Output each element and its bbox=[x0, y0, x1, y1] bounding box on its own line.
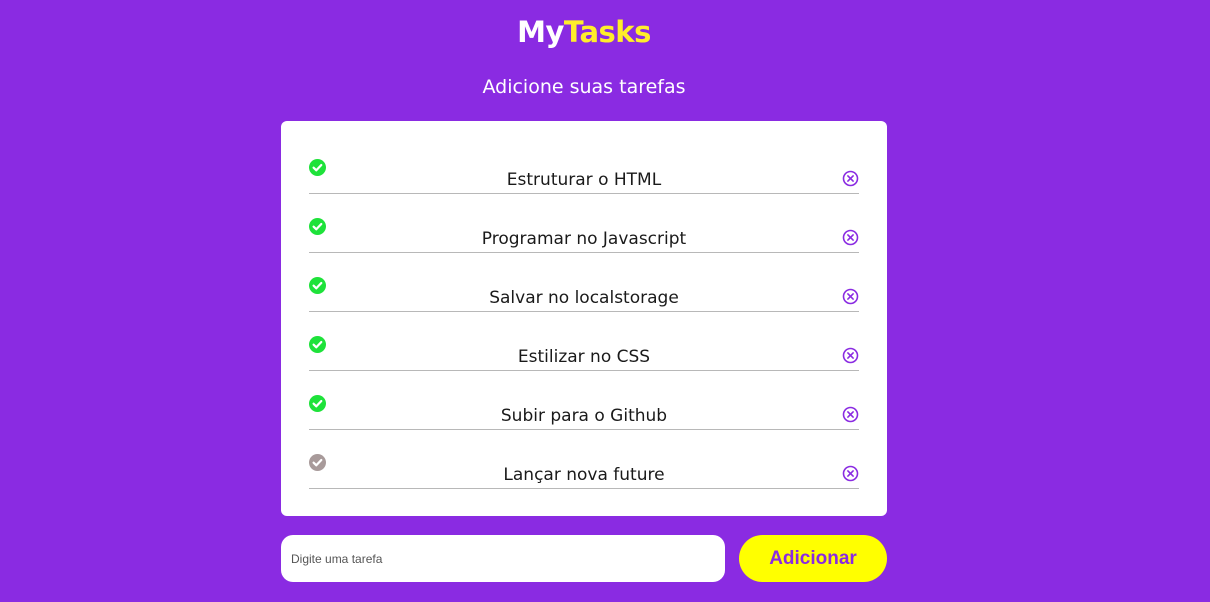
app-title-my: My bbox=[517, 15, 564, 49]
close-circle-icon[interactable] bbox=[842, 229, 859, 246]
task-item: Salvar no localstorage bbox=[309, 277, 859, 312]
task-item: Estruturar o HTML bbox=[309, 159, 859, 194]
task-text: Estruturar o HTML bbox=[506, 170, 662, 190]
task-list: Estruturar o HTML Programar no Javascrip… bbox=[281, 121, 887, 516]
app-title: MyTasks bbox=[0, 14, 1168, 50]
task-text: Programar no Javascript bbox=[481, 229, 687, 249]
task-item: Lançar nova future bbox=[309, 454, 859, 489]
close-circle-icon[interactable] bbox=[842, 170, 859, 187]
task-input[interactable] bbox=[281, 535, 725, 582]
app-title-tasks: Tasks bbox=[563, 15, 651, 49]
task-text: Lançar nova future bbox=[503, 465, 665, 485]
close-circle-icon[interactable] bbox=[842, 465, 859, 482]
task-item: Programar no Javascript bbox=[309, 218, 859, 253]
task-item: Subir para o Github bbox=[309, 395, 859, 430]
close-circle-icon[interactable] bbox=[842, 406, 859, 423]
task-text: Salvar no localstorage bbox=[489, 288, 679, 308]
close-circle-icon[interactable] bbox=[842, 347, 859, 364]
add-task-button[interactable]: Adicionar bbox=[739, 535, 887, 582]
page-subtitle: Adicione suas tarefas bbox=[482, 76, 686, 98]
task-item: Estilizar no CSS bbox=[309, 336, 859, 371]
close-circle-icon[interactable] bbox=[842, 288, 859, 305]
task-text: Estilizar no CSS bbox=[517, 347, 651, 367]
task-text: Subir para o Github bbox=[500, 406, 668, 426]
